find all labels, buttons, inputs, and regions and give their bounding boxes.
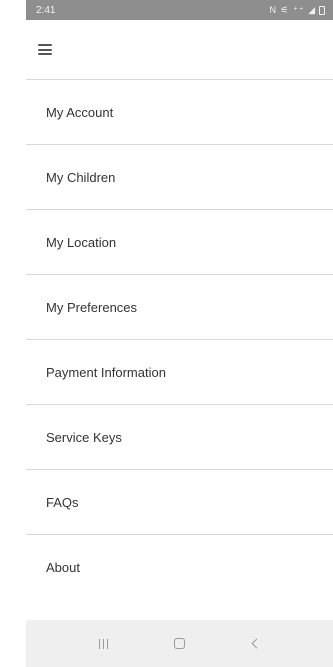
back-button[interactable]: [243, 632, 267, 656]
home-button[interactable]: [167, 632, 191, 656]
menu-item-my-location[interactable]: My Location: [26, 210, 333, 275]
hamburger-line: [38, 53, 52, 55]
hamburger-line: [38, 44, 52, 46]
recents-icon: [99, 638, 109, 649]
menu-item-my-preferences[interactable]: My Preferences: [26, 275, 333, 340]
hamburger-menu-icon[interactable]: [38, 44, 52, 55]
settings-menu: My Account My Children My Location My Pr…: [26, 80, 333, 600]
app-bar: [26, 20, 333, 80]
menu-item-faqs[interactable]: FAQs: [26, 470, 333, 535]
hamburger-line: [38, 48, 52, 51]
phone-screen: 2:41 N ⚟ ⁺⁺ ◢ My Account My Children My …: [26, 0, 333, 667]
recents-button[interactable]: [92, 632, 116, 656]
menu-item-my-children[interactable]: My Children: [26, 145, 333, 210]
menu-item-about[interactable]: About: [26, 535, 333, 600]
status-icons-text: N ⚟ ⁺⁺ ◢: [269, 4, 316, 15]
status-icons: N ⚟ ⁺⁺ ◢: [269, 4, 325, 16]
menu-item-service-keys[interactable]: Service Keys: [26, 405, 333, 470]
back-icon: [251, 638, 262, 649]
system-nav-bar: [26, 620, 333, 667]
battery-icon: [319, 5, 325, 15]
menu-item-payment-information[interactable]: Payment Information: [26, 340, 333, 405]
status-time: 2:41: [36, 4, 56, 16]
menu-item-my-account[interactable]: My Account: [26, 80, 333, 145]
home-icon: [173, 638, 185, 649]
status-bar: 2:41 N ⚟ ⁺⁺ ◢: [26, 0, 333, 20]
